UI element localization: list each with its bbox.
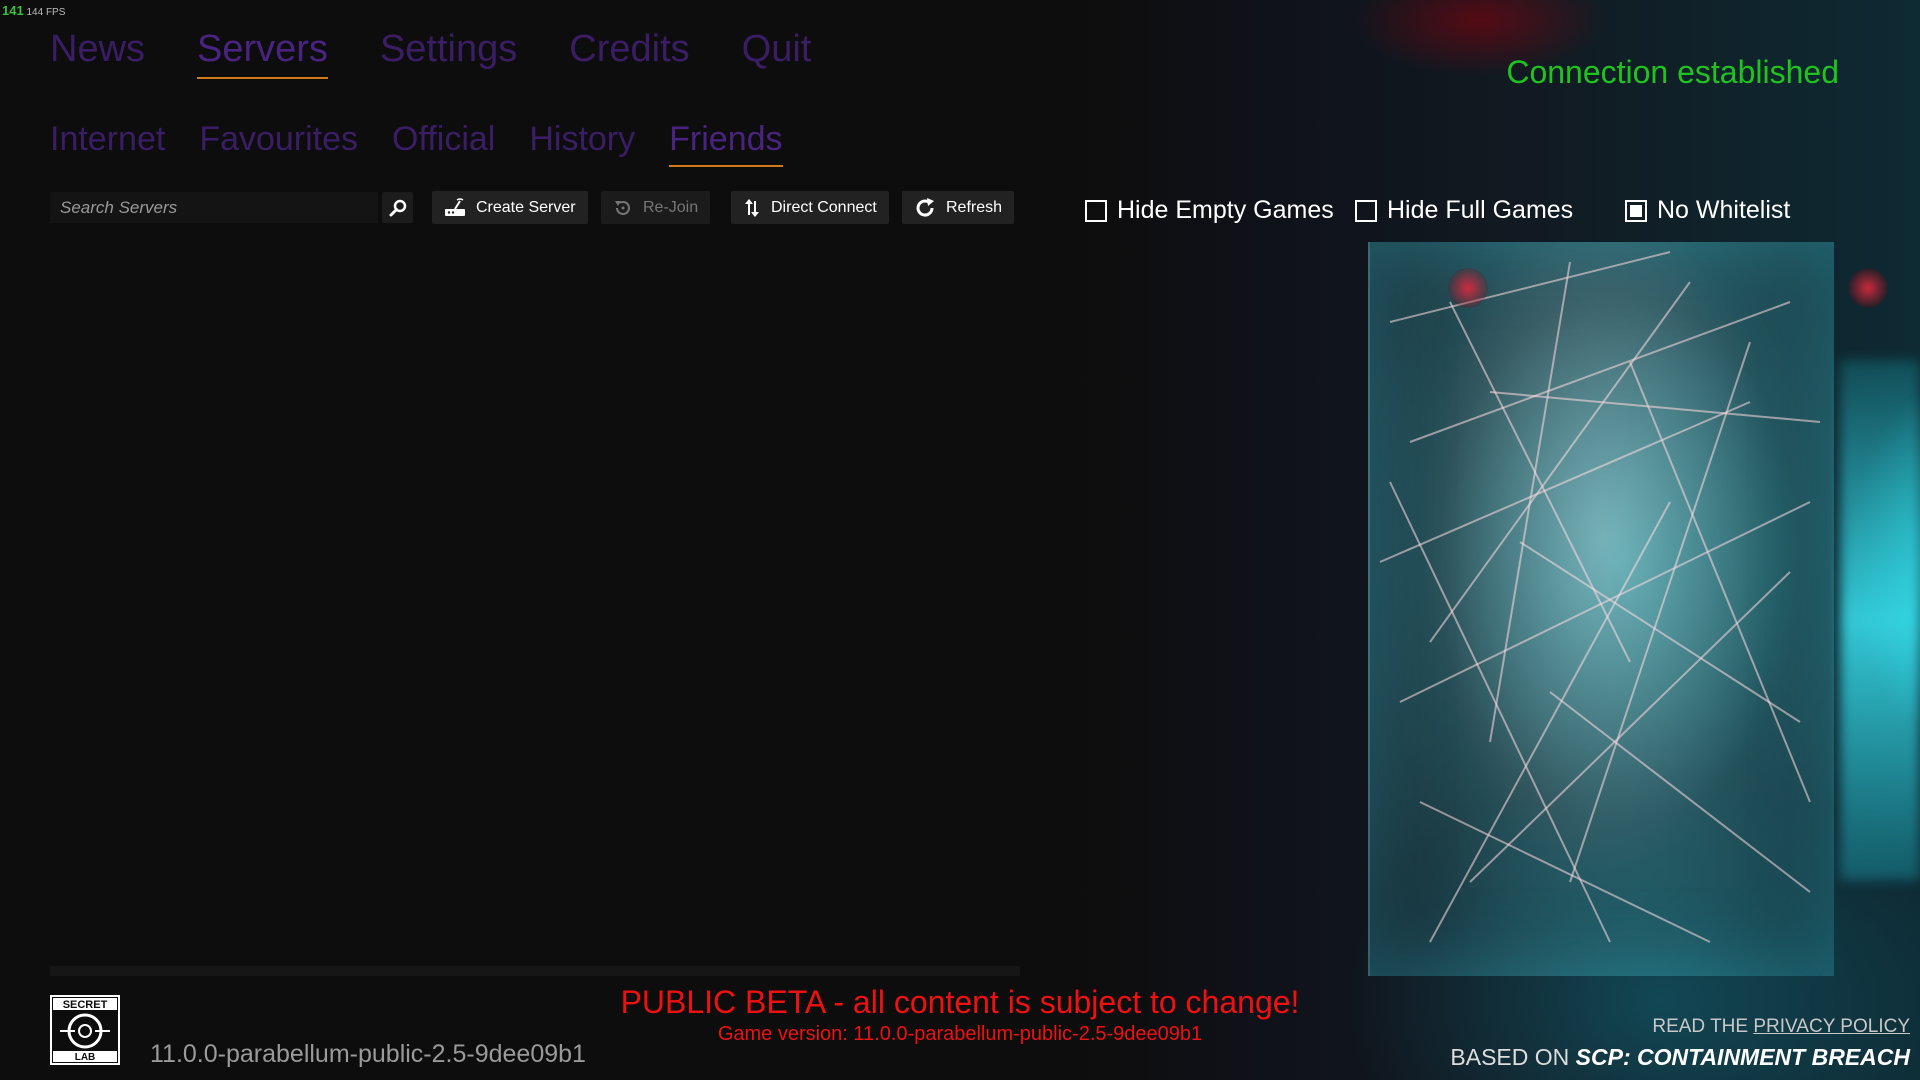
direct-connect-label: Direct Connect <box>771 198 877 216</box>
search-icon <box>389 199 406 216</box>
direct-connect-icon <box>745 198 759 217</box>
hide-empty-label: Hide Empty Games <box>1117 196 1334 224</box>
rejoin-icon <box>615 200 630 215</box>
tab-friends[interactable]: Friends <box>669 120 783 167</box>
hide-empty-toggle[interactable]: Hide Empty Games <box>1085 196 1334 225</box>
game-version: Game version: 11.0.0-parabellum-public-2… <box>717 1023 1203 1045</box>
search-button[interactable] <box>382 192 413 223</box>
portal-artwork <box>1368 242 1834 976</box>
hide-full-label: Hide Full Games <box>1387 196 1574 224</box>
create-server-button[interactable]: Create Server <box>432 191 588 224</box>
tab-official[interactable]: Official <box>392 120 495 167</box>
nav-quit[interactable]: Quit <box>742 28 812 79</box>
red-light-right <box>1848 268 1888 308</box>
beta-notice: PUBLIC BETA - all content is subject to … <box>560 984 1360 1046</box>
server-list <box>50 238 1020 962</box>
refresh-label: Refresh <box>946 198 1003 216</box>
rejoin-label: Re-Join <box>643 198 699 216</box>
secret-lab-logo: SECRET LAB <box>50 995 120 1065</box>
hide-full-checkbox[interactable] <box>1355 199 1377 222</box>
background-fade <box>1040 0 1180 1080</box>
based-on-credit: BASED ON SCP: CONTAINMENT BREACH <box>1450 1044 1910 1071</box>
fps-label: 144 FPS <box>26 7 66 18</box>
no-whitelist-checkbox[interactable] <box>1625 199 1647 222</box>
nav-servers[interactable]: Servers <box>197 28 328 79</box>
hide-empty-checkbox[interactable] <box>1085 199 1107 222</box>
privacy-policy-link[interactable]: PRIVACY POLICY <box>1753 1016 1910 1037</box>
beta-title: PUBLIC BETA - all content is subject to … <box>620 984 1300 1020</box>
refresh-button[interactable]: Refresh <box>902 191 1015 224</box>
privacy-prefix: READ THE <box>1652 1016 1749 1037</box>
privacy-notice: READ THE PRIVACY POLICY <box>1652 1016 1910 1038</box>
main-nav: News Servers Settings Credits Quit <box>50 28 811 79</box>
nav-credits[interactable]: Credits <box>569 28 689 79</box>
no-whitelist-toggle[interactable]: No Whitelist <box>1625 196 1790 225</box>
server-list-scrollbar[interactable] <box>50 966 1020 976</box>
nav-settings[interactable]: Settings <box>380 28 517 79</box>
tab-history[interactable]: History <box>529 120 635 167</box>
hide-full-toggle[interactable]: Hide Full Games <box>1355 196 1573 225</box>
rejoin-button[interactable]: Re-Join <box>601 191 711 224</box>
red-light-left <box>1448 268 1488 308</box>
nav-news[interactable]: News <box>50 28 145 79</box>
no-whitelist-label: No Whitelist <box>1657 196 1791 224</box>
background-glow <box>1840 360 1920 880</box>
svg-text:SECRET: SECRET <box>63 999 108 1011</box>
create-server-label: Create Server <box>476 198 576 216</box>
direct-connect-button[interactable]: Direct Connect <box>731 191 889 224</box>
tab-internet[interactable]: Internet <box>50 120 165 167</box>
based-title: SCP: CONTAINMENT BREACH <box>1575 1044 1910 1070</box>
connection-status: Connection established <box>1506 54 1839 90</box>
fps-counter: 141 144 FPS <box>2 3 65 18</box>
search-input[interactable] <box>50 192 378 223</box>
server-icon <box>445 197 465 216</box>
fps-value: 141 <box>2 3 24 18</box>
server-tabs: Internet Favourites Official History Fri… <box>50 120 783 167</box>
tab-favourites[interactable]: Favourites <box>199 120 358 167</box>
based-prefix: BASED ON <box>1450 1044 1570 1070</box>
client-version: 11.0.0-parabellum-public-2.5-9dee09b1 <box>150 1040 586 1068</box>
svg-text:LAB: LAB <box>75 1052 96 1063</box>
refresh-icon <box>916 197 934 217</box>
